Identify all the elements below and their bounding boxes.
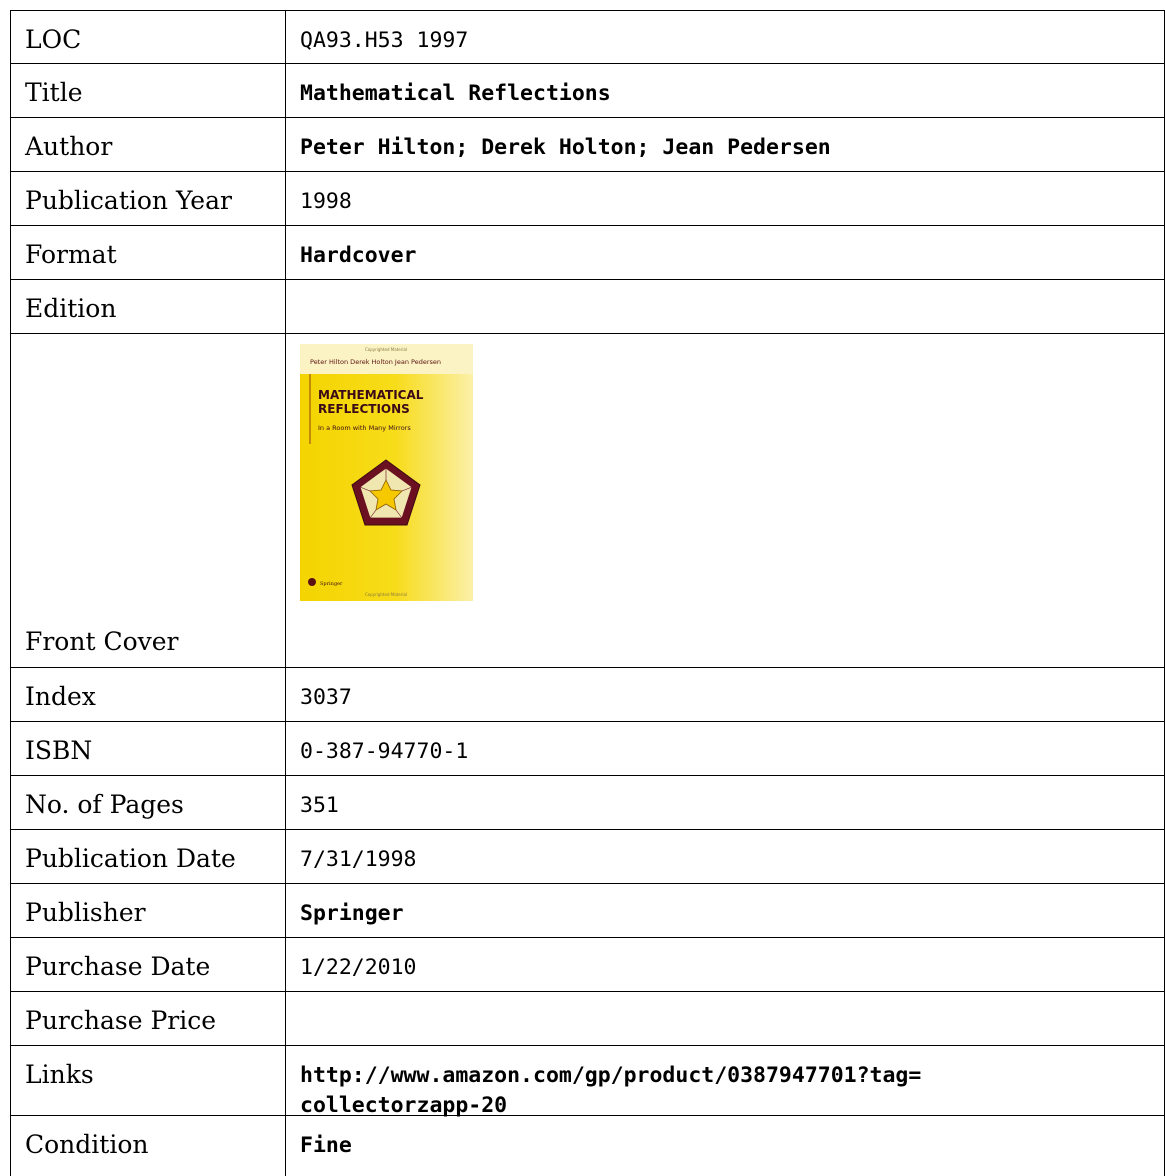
row-author: Author Peter Hilton; Derek Holton; Jean … [10, 118, 1165, 172]
cover-copyright-bottom: Copyrighted Material [365, 592, 407, 597]
isbn-value: 0-387-94770-1 [286, 722, 1165, 776]
condition-label: Condition [10, 1116, 286, 1176]
cover-copyright-top: Copyrighted Material [365, 347, 407, 352]
links-url-line1[interactable]: http://www.amazon.com/gp/product/0387947… [300, 1061, 1164, 1091]
edition-label: Edition [10, 280, 286, 334]
publisher-value: Springer [286, 884, 1165, 938]
links-label: Links [10, 1046, 286, 1116]
cover-title-line2: REFLECTIONS [318, 402, 410, 416]
purchase-date-value: 1/22/2010 [286, 938, 1165, 992]
title-label: Title [10, 64, 286, 118]
pages-value: 351 [286, 776, 1165, 830]
cover-title-line1: MATHEMATICAL [318, 388, 424, 402]
springer-logo-icon [308, 578, 316, 586]
row-pages: No. of Pages 351 [10, 776, 1165, 830]
front-cover-image: Copyrighted Material Peter Hilton Derek … [300, 344, 473, 601]
row-publication-year: Publication Year 1998 [10, 172, 1165, 226]
format-label: Format [10, 226, 286, 280]
purchase-date-label: Purchase Date [10, 938, 286, 992]
publication-year-label: Publication Year [10, 172, 286, 226]
loc-value: QA93.H53 1997 [286, 10, 1165, 64]
front-cover-label-text: Front Cover [25, 627, 179, 656]
row-front-cover: Front Cover Copyrighted Material Peter H… [10, 334, 1165, 668]
front-cover-label: Front Cover [10, 334, 286, 668]
row-publisher: Publisher Springer [10, 884, 1165, 938]
publication-date-label: Publication Date [10, 830, 286, 884]
cover-publisher: Springer [320, 581, 343, 587]
links-value[interactable]: http://www.amazon.com/gp/product/0387947… [286, 1046, 1165, 1118]
row-purchase-date: Purchase Date 1/22/2010 [10, 938, 1165, 992]
cover-authors: Peter Hilton Derek Holton Jean Pedersen [310, 358, 441, 366]
publication-year-value: 1998 [286, 172, 1165, 226]
publisher-label: Publisher [10, 884, 286, 938]
index-value: 3037 [286, 668, 1165, 722]
book-details-table: LOC QA93.H53 1997 Title Mathematical Ref… [10, 10, 1165, 1176]
row-edition: Edition [10, 280, 1165, 334]
row-links: Links http://www.amazon.com/gp/product/0… [10, 1046, 1165, 1118]
cover-subtitle: In a Room with Many Mirrors [318, 424, 411, 432]
edition-value [286, 280, 1165, 334]
row-condition: Condition Fine [10, 1116, 1165, 1176]
loc-label: LOC [10, 10, 286, 64]
title-value: Mathematical Reflections [286, 64, 1165, 118]
format-value: Hardcover [286, 226, 1165, 280]
row-purchase-price: Purchase Price [10, 992, 1165, 1046]
front-cover-cell: Copyrighted Material Peter Hilton Derek … [286, 334, 1165, 668]
pages-label: No. of Pages [10, 776, 286, 830]
row-publication-date: Publication Date 7/31/1998 [10, 830, 1165, 884]
index-label: Index [10, 668, 286, 722]
condition-value: Fine [286, 1116, 1165, 1176]
purchase-price-value [286, 992, 1165, 1046]
row-title: Title Mathematical Reflections [10, 64, 1165, 118]
row-format: Format Hardcover [10, 226, 1165, 280]
row-isbn: ISBN 0-387-94770-1 [10, 722, 1165, 776]
purchase-price-label: Purchase Price [10, 992, 286, 1046]
author-label: Author [10, 118, 286, 172]
publication-date-value: 7/31/1998 [286, 830, 1165, 884]
isbn-label: ISBN [10, 722, 286, 776]
row-loc: LOC QA93.H53 1997 [10, 10, 1165, 64]
row-index: Index 3037 [10, 668, 1165, 722]
author-value: Peter Hilton; Derek Holton; Jean Pederse… [286, 118, 1165, 172]
